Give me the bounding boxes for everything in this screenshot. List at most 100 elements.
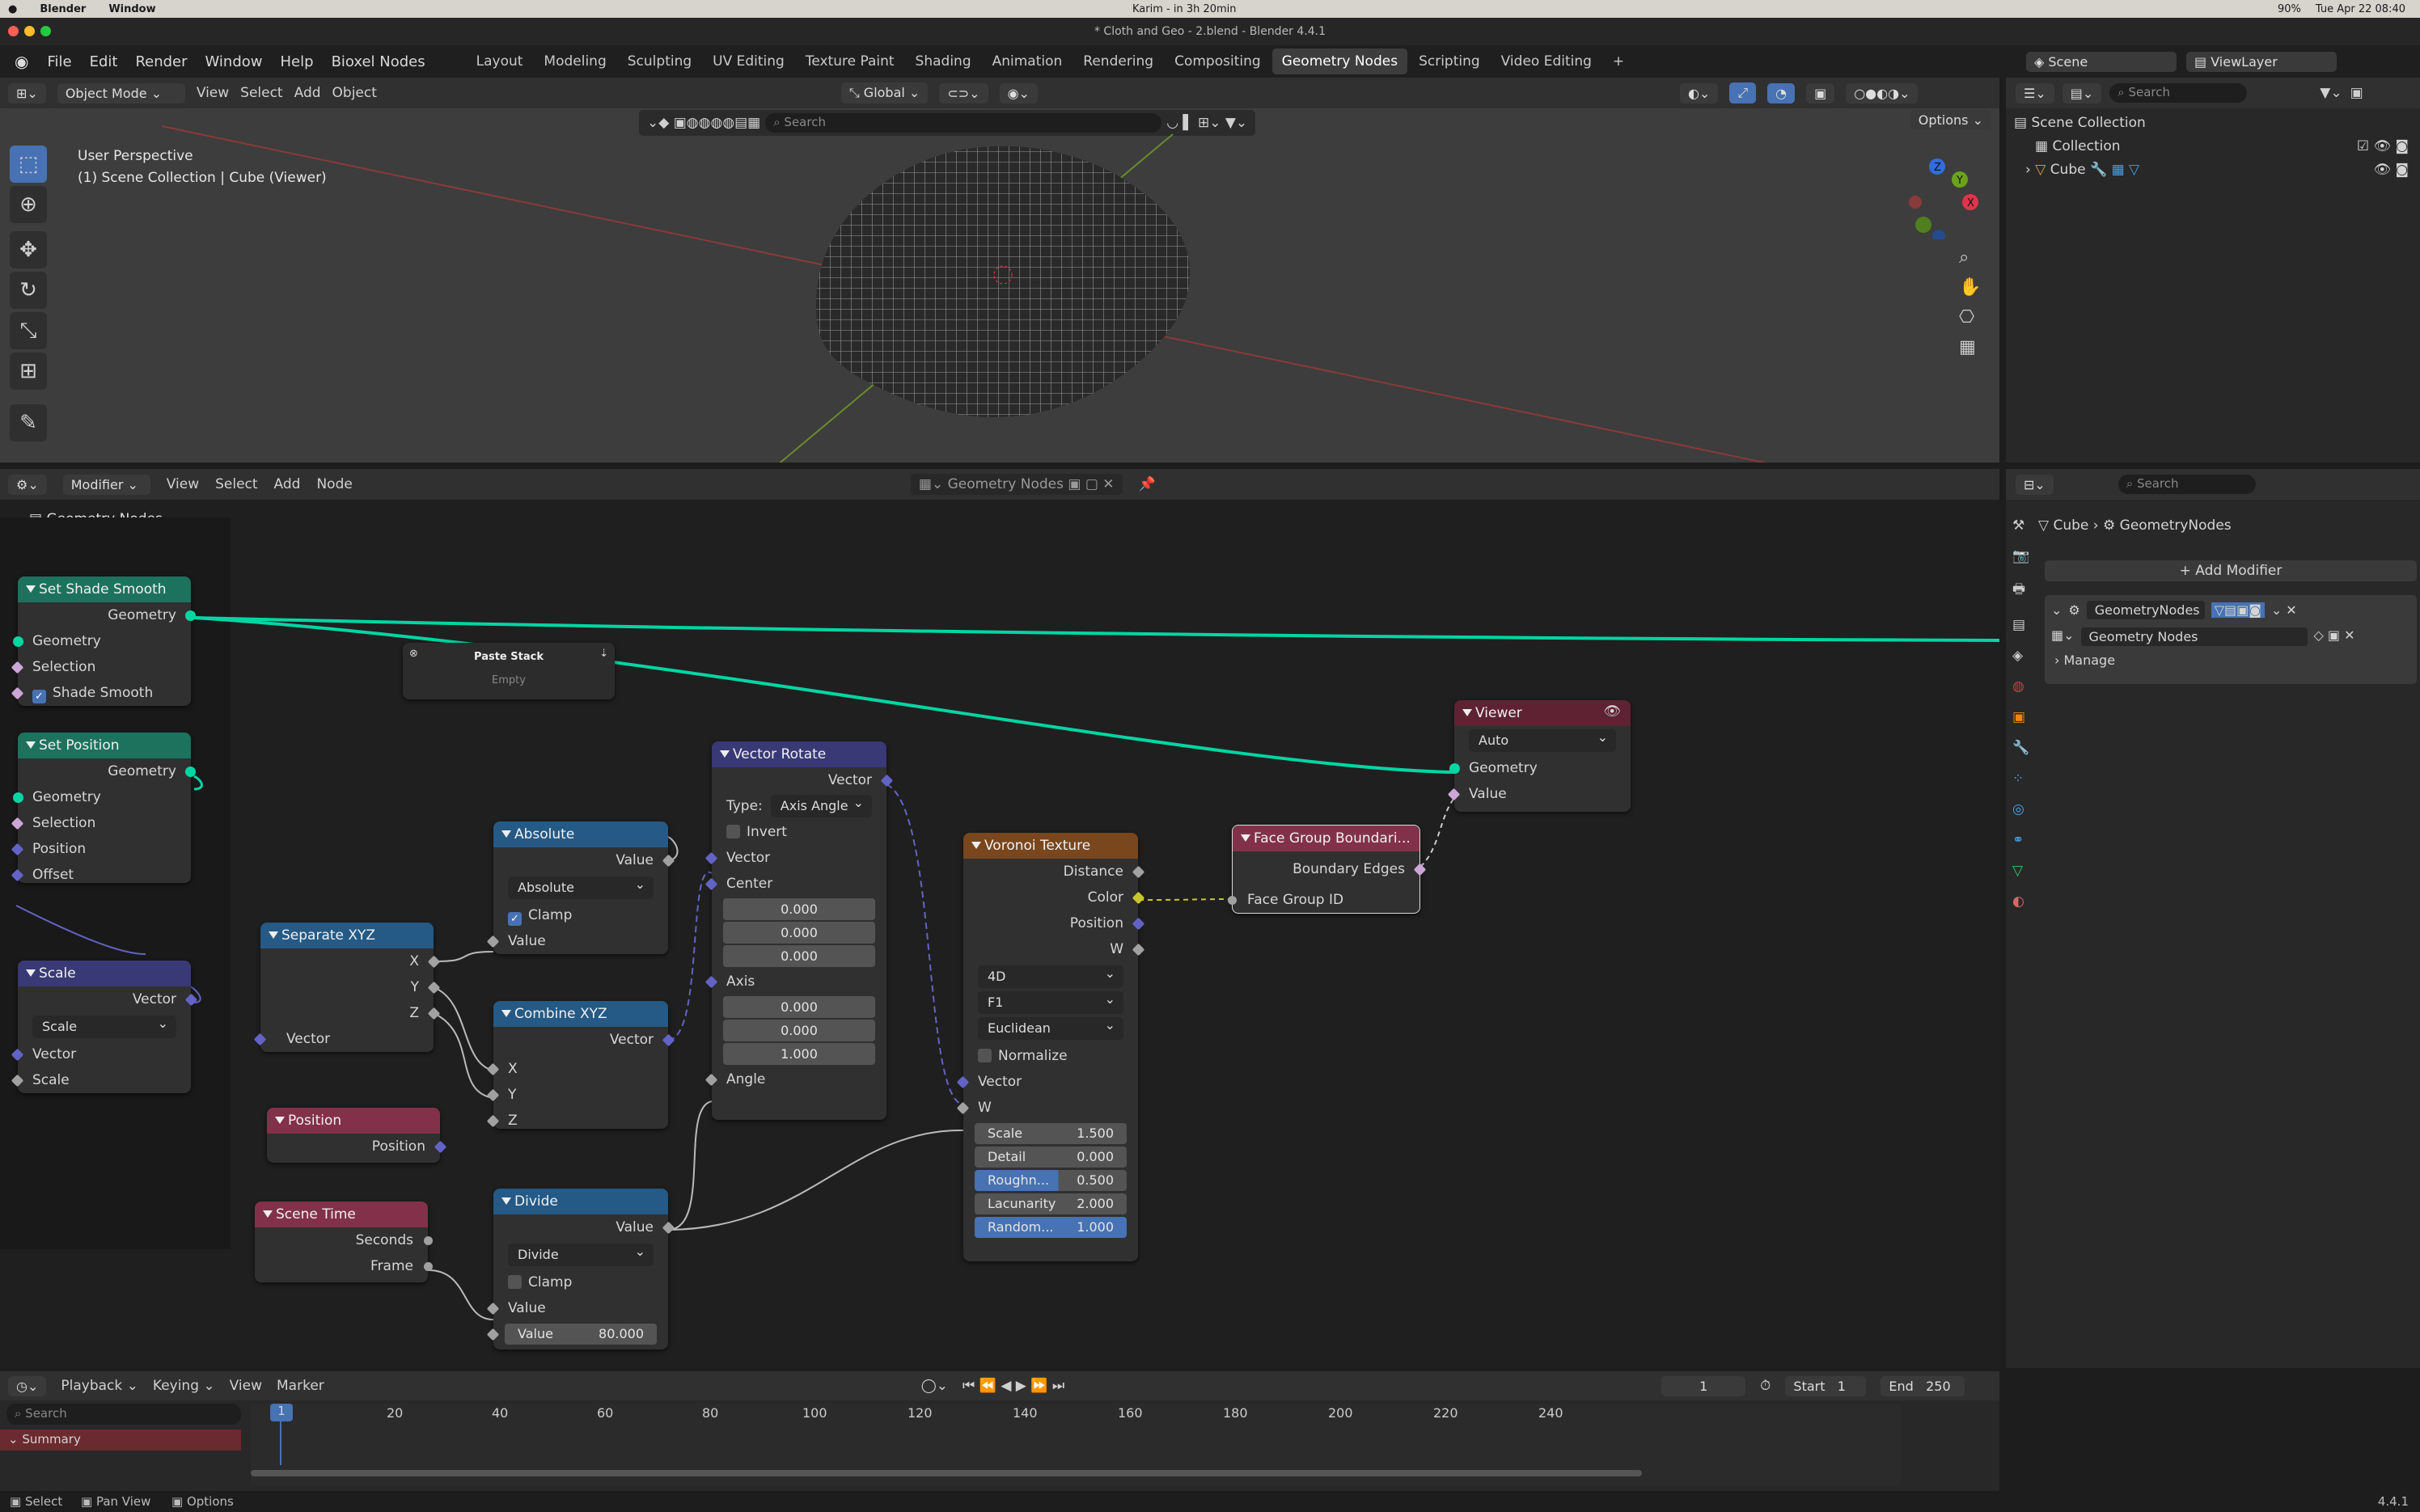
node-set-position[interactable]: Set Position Geometry Geometry Selection…	[11, 733, 196, 883]
window-menu[interactable]: Window	[108, 3, 155, 15]
menu-edit[interactable]: Edit	[81, 53, 127, 70]
output-tab-icon[interactable]: 🖶	[2012, 579, 2029, 602]
3d-viewport[interactable]: ⊞⌄ Object Mode ⌄ View Select Add Object …	[0, 78, 1999, 462]
node-title[interactable]: Combine XYZ	[493, 1001, 668, 1027]
node-title[interactable]: Scale	[18, 961, 191, 986]
new-collection-icon[interactable]: ▣	[2350, 85, 2363, 101]
node-title[interactable]: Divide	[493, 1189, 668, 1214]
add-workspace-icon[interactable]: +	[1603, 49, 1634, 74]
center-y-field[interactable]: 0.000	[723, 922, 875, 944]
render-tab-icon[interactable]: 📷	[2012, 548, 2029, 564]
node-title[interactable]: Scene Time	[255, 1202, 428, 1227]
summary-channel[interactable]: ⌄ Summary	[0, 1430, 241, 1451]
divide-value-field[interactable]: Value 80.000	[486, 1324, 657, 1345]
center-x-field[interactable]: 0.000	[723, 898, 875, 920]
close-window-button[interactable]	[8, 26, 19, 36]
node-title[interactable]: Absolute	[493, 821, 668, 847]
data-tab-icon[interactable]: ▽	[2012, 863, 2029, 879]
normalize-checkbox[interactable]	[978, 1049, 992, 1062]
start-frame-field[interactable]: Start 1	[1785, 1375, 1867, 1396]
node-paste-stack[interactable]: Paste Stack Empty ⊗ ⇣	[403, 643, 615, 699]
tab-texture-paint[interactable]: Texture Paint	[796, 49, 904, 74]
timeline-view-menu[interactable]: View	[230, 1378, 262, 1394]
scale-tool-icon[interactable]: ⤡	[10, 312, 47, 349]
current-frame-field[interactable]: 1	[1661, 1375, 1746, 1396]
viewer-domain-dropdown[interactable]: Auto	[1469, 726, 1616, 752]
roughness-slider[interactable]: Roughn... 0.500	[975, 1170, 1127, 1191]
tab-rendering[interactable]: Rendering	[1073, 49, 1163, 74]
clock[interactable]: Tue Apr 22 08:40	[2316, 3, 2405, 15]
math-operation-dropdown[interactable]: Divide	[508, 1240, 654, 1266]
node-viewer[interactable]: Viewer 👁 Auto Geometry Value	[1447, 700, 1631, 812]
node-combine-xyz[interactable]: Combine XYZ Vector X Y Z	[486, 1001, 675, 1129]
randomness-slider[interactable]: Random... 1.000	[975, 1217, 1127, 1238]
tab-layout[interactable]: Layout	[467, 49, 533, 74]
menu-window[interactable]: Window	[197, 53, 272, 70]
node-title[interactable]: Separate XYZ	[260, 923, 434, 948]
node-group-field[interactable]: Geometry Nodes	[2080, 627, 2308, 646]
timeline[interactable]: ◷⌄ Playback ⌄ Keying ⌄ View Marker ◯⌄ ⏮ …	[0, 1371, 1999, 1493]
tool-tab-icon[interactable]: ⚒	[2012, 517, 2029, 534]
auto-keying-icon[interactable]: ◯⌄	[921, 1378, 948, 1394]
node-group-actions-icon[interactable]: ◇ ▣ ✕	[2314, 627, 2355, 646]
node-vector-rotate[interactable]: Vector Rotate Vector Type:Axis Angle Inv…	[704, 741, 894, 1120]
geometry-node-editor[interactable]: ⚙⌄ Modifier ⌄ View Select Add Node ▦⌄ Ge…	[0, 469, 1999, 1368]
camera-icon[interactable]: ⎔	[1959, 307, 1981, 327]
axis-x-field[interactable]: 0.000	[723, 996, 875, 1018]
cursor-tool-icon[interactable]: ⊕	[10, 186, 47, 223]
playback-menu[interactable]: Playback ⌄	[61, 1378, 138, 1394]
timeline-editor-icon[interactable]: ◷⌄	[8, 1375, 47, 1396]
node-title[interactable]: Paste Stack	[403, 643, 615, 663]
node-title[interactable]: Voronoi Texture	[963, 833, 1138, 859]
modifier-name-field[interactable]: GeometryNodes	[2086, 600, 2205, 619]
material-tab-icon[interactable]: ◐	[2012, 893, 2029, 910]
zoom-window-button[interactable]	[40, 26, 51, 36]
scene-selector[interactable]: ◈ Scene	[2026, 51, 2177, 72]
node-separate-xyz[interactable]: Separate XYZ X Y Z Vector	[253, 923, 441, 1052]
tab-geometry-nodes[interactable]: Geometry Nodes	[1271, 49, 1408, 74]
tab-uv-editing[interactable]: UV Editing	[703, 49, 794, 74]
tab-video-editing[interactable]: Video Editing	[1491, 49, 1601, 74]
outliner-search-input[interactable]: ⌕ Search	[2109, 83, 2248, 103]
modifier-menu-icon[interactable]: ⌄ ✕	[2271, 602, 2297, 618]
shade-smooth-checkbox[interactable]: ✓	[32, 690, 46, 703]
feature-dropdown[interactable]: F1	[978, 988, 1123, 1014]
close-icon[interactable]: ⊗	[409, 648, 418, 660]
rotate-tool-icon[interactable]: ↻	[10, 272, 47, 309]
outliner-filter-icon[interactable]: ▼⌄	[2320, 85, 2342, 101]
constraints-tab-icon[interactable]: ⚭	[2012, 832, 2029, 848]
end-frame-field[interactable]: End 250	[1881, 1375, 1965, 1396]
center-z-field[interactable]: 0.000	[723, 945, 875, 967]
eye-icon[interactable]: 👁	[1603, 703, 1621, 720]
clamp-checkbox[interactable]	[508, 1275, 522, 1289]
tab-sculpting[interactable]: Sculpting	[618, 49, 701, 74]
physics-tab-icon[interactable]: ◎	[2012, 801, 2029, 817]
timeline-scrollbar[interactable]	[251, 1470, 1642, 1476]
node-scale[interactable]: Scale Vector Scale Vector Scale	[11, 961, 198, 1093]
node-voronoi-texture[interactable]: Voronoi Texture Distance Color Position …	[956, 833, 1145, 1261]
menu-render[interactable]: Render	[126, 53, 196, 70]
node-absolute[interactable]: Absolute Value Absolute ✓Clamp Value	[486, 821, 675, 954]
particles-tab-icon[interactable]: ⁘	[2012, 771, 2029, 787]
modifier-tab-icon[interactable]: 🔧	[2012, 740, 2029, 756]
blender-logo-icon[interactable]: ◉	[0, 52, 38, 71]
menu-help[interactable]: Help	[272, 53, 323, 70]
tab-modeling[interactable]: Modeling	[534, 49, 616, 74]
timeline-search-input[interactable]: ⌕ Search	[6, 1404, 241, 1425]
node-divide[interactable]: Divide Value Divide Clamp Value Value80.…	[486, 1189, 675, 1349]
menu-bioxel[interactable]: Bioxel Nodes	[323, 53, 434, 70]
object-tab-icon[interactable]: ▣	[2012, 709, 2029, 725]
move-tool-icon[interactable]: ✥	[10, 231, 47, 268]
axis-z-field[interactable]: 1.000	[723, 1043, 875, 1065]
invert-checkbox[interactable]	[726, 825, 740, 838]
keying-menu[interactable]: Keying ⌄	[153, 1378, 215, 1394]
tab-shading[interactable]: Shading	[906, 49, 981, 74]
tree-item-scene-collection[interactable]: ▤ Scene Collection	[2014, 112, 2412, 135]
node-title[interactable]: Face Group Boundari...	[1233, 826, 1419, 851]
scene-tab-icon[interactable]: ◈	[2012, 648, 2029, 664]
collapse-icon[interactable]: ⌄	[2051, 602, 2062, 618]
scale-slider[interactable]: Scale 1.500	[975, 1123, 1127, 1144]
math-operation-dropdown[interactable]: Absolute	[508, 873, 654, 899]
tab-compositing[interactable]: Compositing	[1165, 49, 1271, 74]
app-menu[interactable]: Blender	[40, 3, 86, 15]
